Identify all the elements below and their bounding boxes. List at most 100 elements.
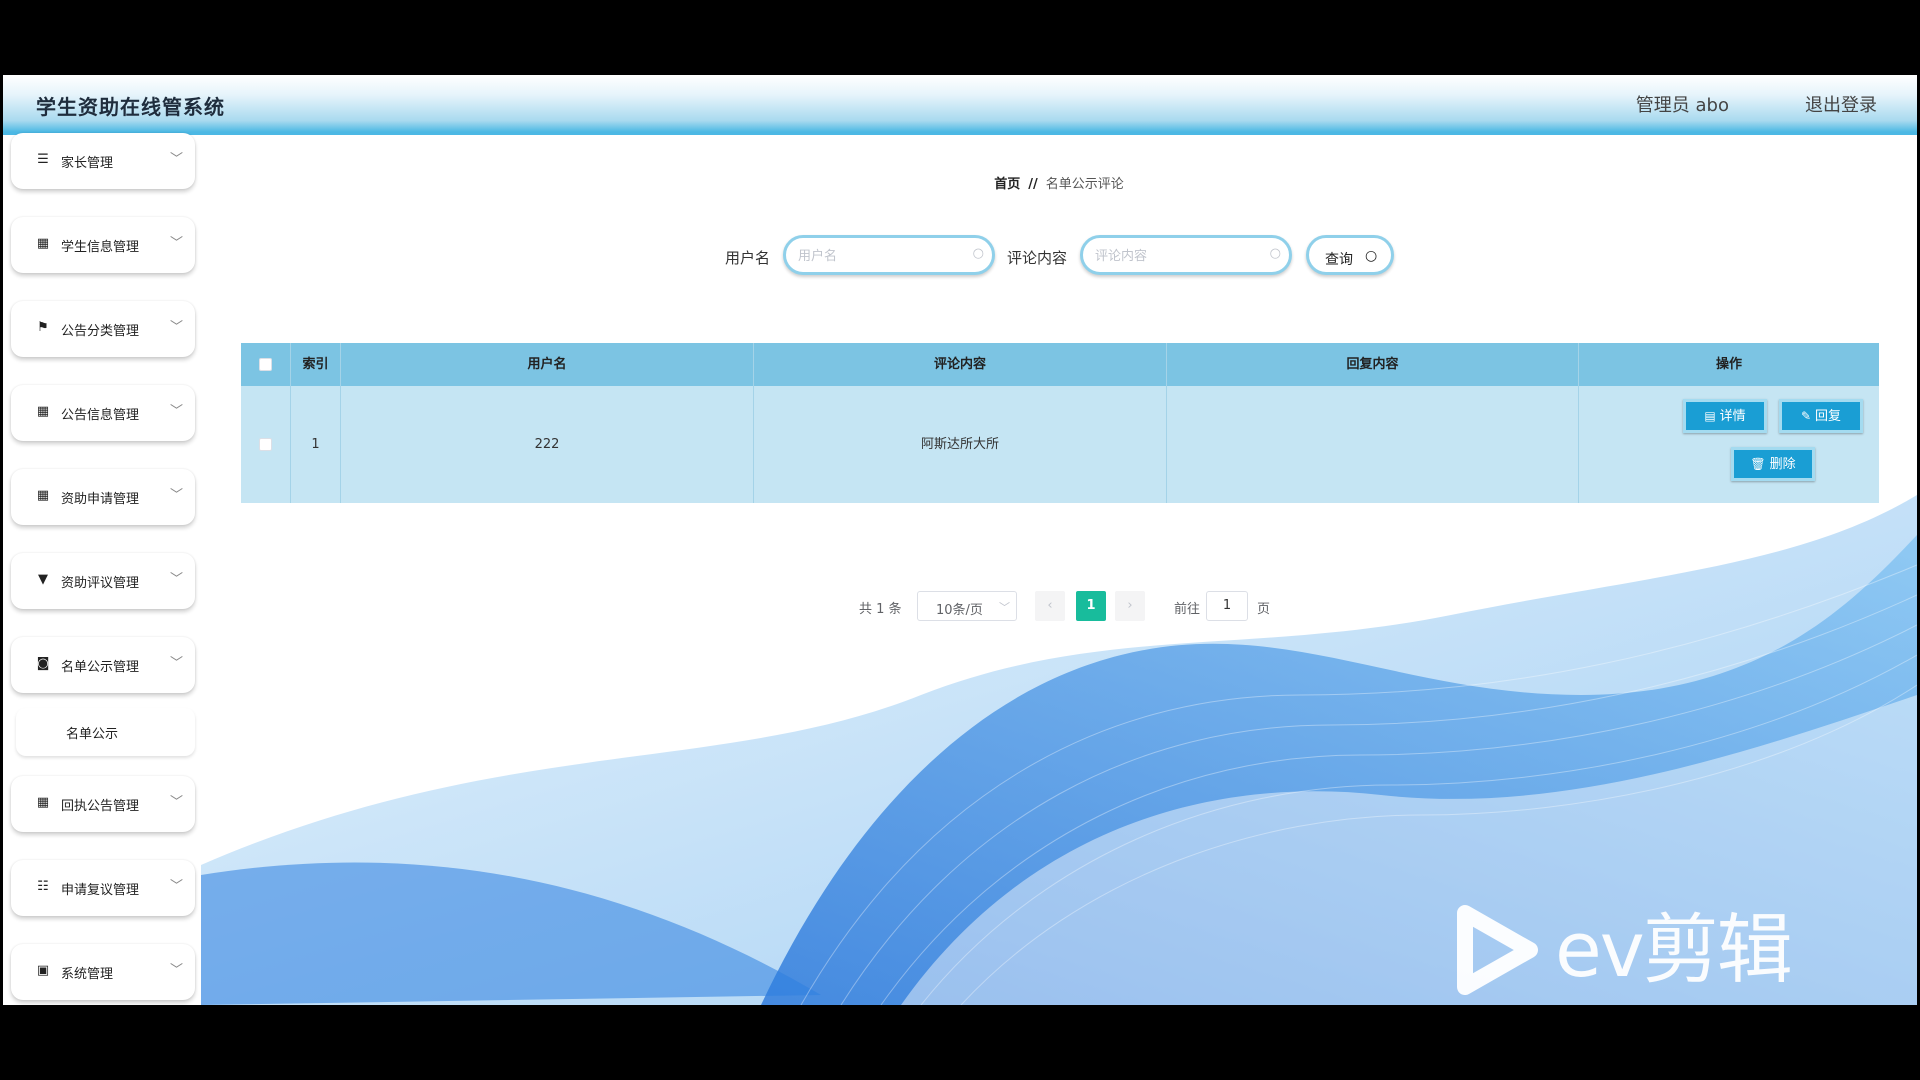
camera-icon: ◙	[36, 656, 50, 671]
ev-watermark: ev剪辑	[1450, 905, 1820, 995]
trash-icon: 🗑	[1750, 457, 1766, 471]
username-label: 用户名	[725, 249, 771, 267]
play-logo-icon	[1457, 905, 1538, 995]
chevron-down-icon: ﹀	[169, 404, 183, 419]
chevron-down-icon: ﹀	[169, 152, 183, 167]
sidebar-item-notice-info[interactable]: ▦ 公告信息管理 ﹀	[11, 385, 195, 441]
header-username: 用户名	[341, 343, 754, 386]
header-comment: 评论内容	[754, 343, 1167, 386]
grid-icon: ▦	[36, 795, 50, 810]
detail-button[interactable]: ▤ 详情	[1683, 399, 1767, 433]
chevron-down-icon: ﹀	[999, 601, 1010, 614]
breadcrumb-home[interactable]: 首页	[994, 177, 1020, 192]
page-size-value: 10条/页	[936, 603, 983, 618]
sidebar-item-reconsideration[interactable]: ☷ 申请复议管理 ﹀	[11, 860, 195, 916]
chevron-down-icon: ﹀	[169, 879, 183, 894]
chevron-down-icon: ﹀	[169, 236, 183, 251]
sidebar-item-label: 系统管理	[61, 967, 114, 982]
breadcrumb-separator: //	[1028, 177, 1038, 192]
sidebar-item-label: 资助申请管理	[61, 492, 140, 507]
row-comment: 阿斯达所大所	[754, 386, 1167, 503]
flag-icon: ⚑	[37, 320, 49, 335]
row-reply	[1167, 386, 1579, 503]
sidebar-item-label: 家长管理	[61, 156, 114, 171]
page-number-current[interactable]: 1	[1076, 591, 1106, 621]
search-icon: ○	[972, 246, 984, 261]
reply-button[interactable]: ✎ 回复	[1779, 399, 1863, 433]
sidebar-item-label: 公告信息管理	[61, 408, 140, 423]
sidebar-item-notice-category[interactable]: ⚑ 公告分类管理 ﹀	[11, 301, 195, 357]
sidebar-item-label: 名单公示管理	[61, 660, 140, 675]
pagination: 共 1 条 10条/页 ﹀ ‹ 1 › 前往 1 页	[201, 591, 1917, 621]
table-header: 索引 用户名 评论内容 回复内容 操作	[241, 343, 1879, 386]
row-checkbox[interactable]	[259, 438, 272, 451]
username-input-wrapper: ○	[783, 235, 995, 275]
sidebar-item-label: 资助评议管理	[61, 576, 140, 591]
chevron-down-icon: ﹀	[169, 963, 183, 978]
comment-input[interactable]	[1093, 246, 1258, 266]
user-info: 管理员 abo	[1635, 95, 1729, 116]
chevron-down-icon: ﹀	[169, 656, 183, 671]
chevron-down-icon: ﹀	[169, 795, 183, 810]
sidebar-subitem-publicity[interactable]: 名单公示	[16, 708, 195, 756]
goto-label: 前往	[1174, 602, 1201, 617]
system-title: 学生资助在线管系统	[36, 95, 225, 119]
search-bar: 用户名 ○ 评论内容 ○ 查询 ○	[201, 235, 1917, 275]
username-input[interactable]	[796, 246, 961, 266]
edit-icon: ✎	[1800, 409, 1812, 423]
sidebar-item-publicity[interactable]: ◙ 名单公示管理 ﹀	[11, 637, 195, 693]
next-page-button[interactable]: ›	[1115, 591, 1145, 621]
detail-button-label: 详情	[1719, 409, 1746, 424]
breadcrumb-current: 名单公示评论	[1045, 177, 1124, 192]
reply-button-label: 回复	[1815, 409, 1842, 424]
list-icon: ☰	[37, 152, 49, 167]
chevron-left-icon: ‹	[1047, 598, 1053, 613]
sidebar-item-receipt-notice[interactable]: ▦ 回执公告管理 ﹀	[11, 776, 195, 832]
document-icon: ▤	[1704, 409, 1716, 423]
row-index: 1	[291, 386, 341, 503]
trophy-icon: ▼	[38, 572, 48, 587]
row-select	[241, 386, 291, 503]
sidebar-item-label: 回执公告管理	[61, 799, 140, 814]
sidebar-item-label: 公告分类管理	[61, 324, 140, 339]
main-content: 首页 // 名单公示评论 用户名 ○ 评论内容 ○ 查询 ○	[201, 135, 1917, 1005]
page-size-select[interactable]: 10条/页 ﹀	[917, 591, 1017, 621]
sidebar-item-parents[interactable]: ☰ 家长管理 ﹀	[11, 133, 195, 189]
search-icon: ○	[1365, 248, 1378, 264]
logout-link[interactable]: 退出登录	[1805, 91, 1877, 117]
clipboard-icon: ▣	[36, 963, 50, 978]
comment-label: 评论内容	[1007, 249, 1068, 267]
top-header: 学生资助在线管系统 管理员 abo 退出登录	[3, 75, 1917, 135]
sidebar-item-label: 学生信息管理	[61, 240, 140, 255]
query-button[interactable]: 查询 ○	[1306, 235, 1394, 275]
grid-icon: ▦	[36, 404, 50, 419]
query-button-label: 查询	[1325, 252, 1353, 268]
comment-input-wrapper: ○	[1080, 235, 1292, 275]
prev-page-button[interactable]: ‹	[1035, 591, 1065, 621]
grid-icon: ▦	[36, 488, 50, 503]
search-icon: ○	[1269, 246, 1281, 261]
delete-button[interactable]: 🗑 删除	[1731, 447, 1815, 481]
breadcrumb: 首页 // 名单公示评论	[201, 173, 1917, 192]
delete-button-label: 删除	[1769, 457, 1796, 472]
app-window: 学生资助在线管系统 管理员 abo 退出登录 ☰ 家长管理 ﹀ ▦ 学生信息管理…	[3, 75, 1917, 1005]
sidebar-item-students[interactable]: ▦ 学生信息管理 ﹀	[11, 217, 195, 273]
sidebar-item-aid-review[interactable]: ▼ 资助评议管理 ﹀	[11, 553, 195, 609]
sliders-icon: ☷	[37, 879, 49, 894]
sidebar-subitem-label: 名单公示	[66, 727, 119, 742]
header-reply: 回复内容	[1167, 343, 1579, 386]
sidebar: ☰ 家长管理 ﹀ ▦ 学生信息管理 ﹀ ⚑ 公告分类管理 ﹀ ▦ 公告信息管理 …	[3, 133, 201, 1005]
table-row: 1 222 阿斯达所大所 ▤ 详情 ✎ 回复 🗑 删除	[241, 386, 1879, 503]
goto-page-input[interactable]: 1	[1206, 591, 1248, 621]
sidebar-item-system[interactable]: ▣ 系统管理 ﹀	[11, 944, 195, 1000]
row-actions: ▤ 详情 ✎ 回复 🗑 删除	[1579, 386, 1879, 503]
chevron-down-icon: ﹀	[169, 488, 183, 503]
page-unit-label: 页	[1257, 602, 1271, 617]
header-select-all	[241, 343, 291, 386]
select-all-checkbox[interactable]	[259, 358, 272, 371]
grid-icon: ▦	[36, 236, 50, 251]
pagination-total: 共 1 条	[859, 602, 902, 617]
chevron-down-icon: ﹀	[169, 320, 183, 335]
watermark-text: ev剪辑	[1555, 905, 1793, 994]
sidebar-item-aid-application[interactable]: ▦ 资助申请管理 ﹀	[11, 469, 195, 525]
